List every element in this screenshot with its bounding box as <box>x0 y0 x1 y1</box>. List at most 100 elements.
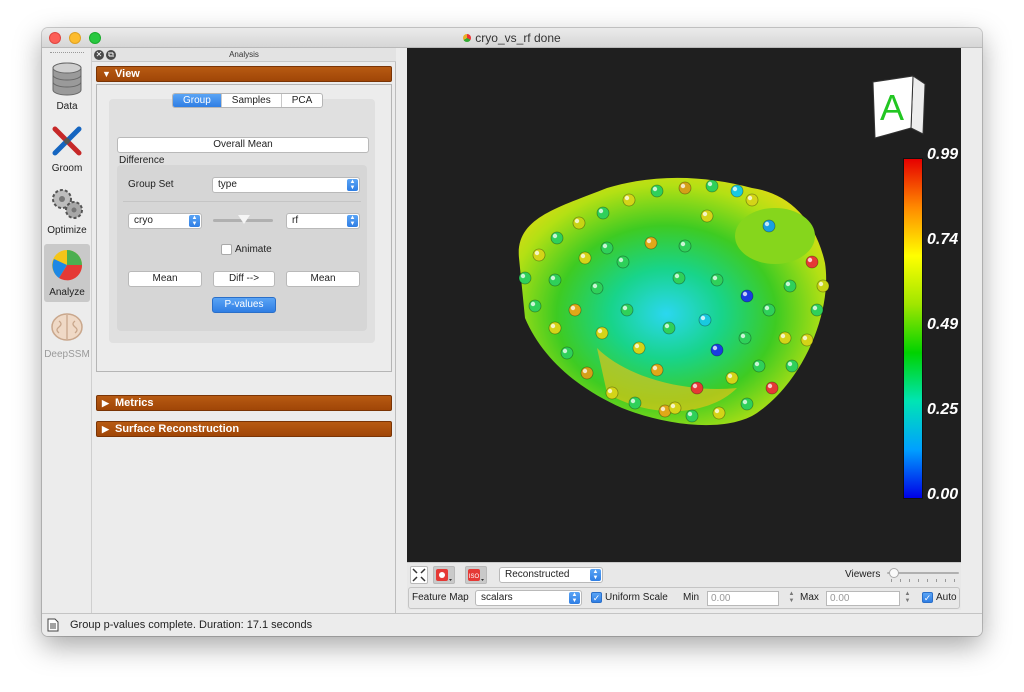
panel-close-icon[interactable]: ✕ <box>94 50 104 60</box>
overall-mean-button[interactable]: Overall Mean <box>117 137 369 153</box>
analysis-panel-title: Analysis <box>229 50 259 59</box>
section-surface-label: Surface Reconstruction <box>115 423 240 435</box>
pvalues-button[interactable]: P-values <box>212 297 276 313</box>
scalar-colorbar <box>903 158 923 499</box>
uniform-scale-checkbox[interactable]: ✓ <box>591 592 602 603</box>
particle-highlight <box>754 361 760 367</box>
glyphs-button[interactable] <box>433 566 455 584</box>
difference-box: Group Set type ▲ ▼ cryo ▲ ▼ rf ▲ ▼ Anima… <box>117 165 367 331</box>
particle-sphere <box>628 396 642 410</box>
particle-highlight <box>652 186 658 192</box>
group-blend-slider-thumb[interactable] <box>238 215 250 224</box>
particle-highlight <box>740 333 746 339</box>
particle-sphere <box>678 181 692 195</box>
section-view-header[interactable]: ▼ View <box>96 66 392 82</box>
toolbar-grip[interactable] <box>50 52 84 54</box>
render-viewport[interactable]: A 0.99 0.74 0.49 0.25 0.00 <box>407 48 961 562</box>
particle-highlight <box>550 323 556 329</box>
tab-group[interactable]: Group <box>173 94 221 107</box>
particle-sphere <box>650 363 664 377</box>
particle-highlight <box>727 373 733 379</box>
log-document-icon[interactable] <box>47 618 59 632</box>
right-group-select[interactable]: rf ▲ ▼ <box>286 213 360 229</box>
orientation-letter: A <box>880 87 904 128</box>
brain-icon <box>51 313 83 341</box>
particle-sphere <box>616 255 630 269</box>
particle-highlight <box>598 208 604 214</box>
chevron-updown-icon: ▲ ▼ <box>569 592 580 604</box>
auto-checkbox[interactable]: ✓ <box>922 592 933 603</box>
particle-highlight <box>680 241 686 247</box>
mean-left-button[interactable]: Mean <box>128 271 202 287</box>
diff-button[interactable]: Diff --> <box>213 271 275 287</box>
particle-highlight <box>674 273 680 279</box>
tab-samples[interactable]: Samples <box>220 94 281 107</box>
particle-highlight <box>534 250 540 256</box>
viewers-slider-thumb[interactable] <box>889 568 899 578</box>
fit-view-button[interactable] <box>410 566 428 584</box>
section-metrics-header[interactable]: ▶ Metrics <box>96 395 392 411</box>
viewers-slider-ticks <box>891 579 957 582</box>
toolbar-label-optimize: Optimize <box>47 225 87 236</box>
toolbar-label-analyze: Analyze <box>49 287 85 298</box>
particle-sphere <box>572 216 586 230</box>
particle-sphere <box>605 386 619 400</box>
particle-sphere <box>568 303 582 317</box>
min-field[interactable]: 0.00 <box>707 591 779 606</box>
colorbar-label-q3: 0.74 <box>927 231 959 248</box>
group-set-label: Group Set <box>128 179 174 190</box>
particle-sphere <box>810 303 824 317</box>
particle-sphere <box>765 381 779 395</box>
feature-map-value: scalars <box>481 592 513 603</box>
max-field[interactable]: 0.00 <box>826 591 900 606</box>
particle-sphere <box>668 401 682 415</box>
max-label: Max <box>800 592 819 603</box>
particle-highlight <box>664 323 670 329</box>
particle-sphere <box>580 366 594 380</box>
particle-highlight <box>807 257 813 263</box>
chevron-updown-icon: ▲ ▼ <box>347 179 358 191</box>
module-toolbar: Data Groom Optimize Analyze DeepSSM <box>42 48 92 613</box>
display-mode-select[interactable]: Reconstructed ▲ ▼ <box>499 567 603 583</box>
particle-highlight <box>660 406 666 412</box>
max-stepper-icon[interactable]: ▲ ▼ <box>904 591 911 606</box>
isosurface-button[interactable]: ISO <box>465 566 487 584</box>
animate-checkbox[interactable] <box>221 244 232 255</box>
toolbar-item-analyze[interactable]: Analyze <box>44 244 90 302</box>
particle-sphere <box>738 331 752 345</box>
particle-highlight <box>680 183 686 189</box>
particle-highlight <box>520 273 526 279</box>
mean-right-button[interactable]: Mean <box>286 271 360 287</box>
group-set-select[interactable]: type ▲ ▼ <box>212 177 360 193</box>
group-tab-page: Group Samples PCA Overall Mean Differenc… <box>109 93 375 343</box>
display-mode-value: Reconstructed <box>505 569 570 580</box>
toolbar-item-groom[interactable]: Groom <box>44 120 90 178</box>
particle-highlight <box>812 305 818 311</box>
min-stepper-icon[interactable]: ▲ ▼ <box>788 591 795 606</box>
particle-highlight <box>692 383 698 389</box>
particle-sphere <box>690 381 704 395</box>
feature-map-select[interactable]: scalars ▲ ▼ <box>475 590 582 606</box>
particle-sphere <box>712 406 726 420</box>
particle-sphere <box>678 239 692 253</box>
section-surface-header[interactable]: ▶ Surface Reconstruction <box>96 421 392 437</box>
orientation-cube[interactable]: A <box>867 72 931 151</box>
tab-pca[interactable]: PCA <box>280 94 323 107</box>
surface-lobe <box>735 208 815 264</box>
analysis-panel-header: ✕ ⧉ Analysis <box>92 48 396 62</box>
svg-text:ISO: ISO <box>469 574 480 580</box>
panel-float-icon[interactable]: ⧉ <box>106 50 116 60</box>
particle-highlight <box>742 291 748 297</box>
particle-highlight <box>602 243 608 249</box>
toolbar-item-data[interactable]: Data <box>44 58 90 116</box>
toolbar-item-optimize[interactable]: Optimize <box>44 182 90 240</box>
toolbar-item-deepssm[interactable]: DeepSSM <box>44 306 90 364</box>
collapsed-triangle-icon: ▶ <box>102 424 109 434</box>
particle-highlight <box>818 281 824 287</box>
left-group-select[interactable]: cryo ▲ ▼ <box>128 213 202 229</box>
particle-sphere <box>740 397 754 411</box>
app-icon <box>463 34 472 42</box>
glyphs-icon <box>436 569 452 581</box>
particle-highlight <box>707 181 713 187</box>
orientation-cube-icon: A <box>871 75 927 139</box>
